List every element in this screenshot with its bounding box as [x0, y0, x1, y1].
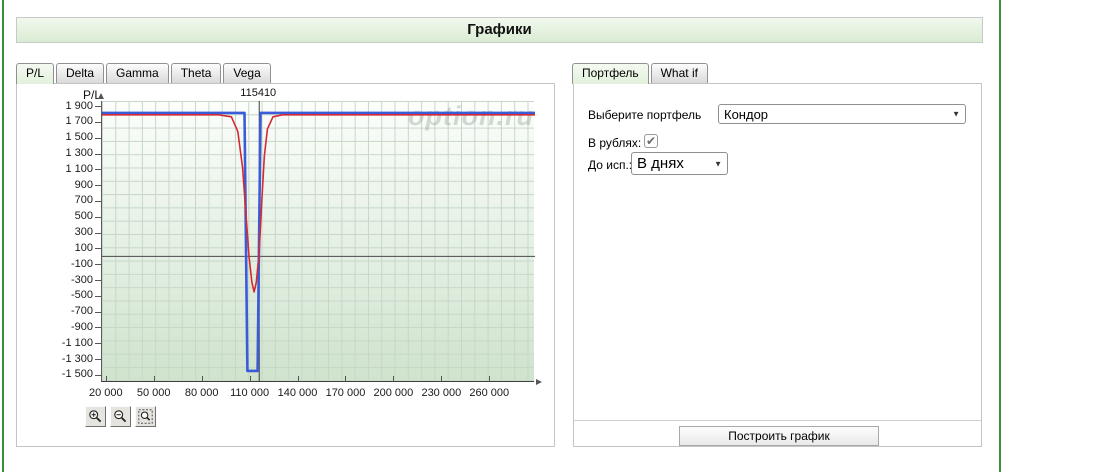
y-tick-label: 900 — [74, 178, 93, 191]
y-tick-label: -1 300 — [61, 352, 93, 365]
days-select-value: В днях — [637, 155, 684, 172]
left-green-border — [2, 0, 4, 472]
pl-chart-series — [102, 101, 535, 382]
y-tick-mark — [95, 295, 101, 297]
portfolio-panel: Выберите портфель Кондор ▼ В рублях: ✔ Д… — [573, 83, 982, 447]
zoom-region-button[interactable] — [135, 406, 156, 427]
y-tick-mark — [95, 374, 101, 376]
y-tick-label: 300 — [74, 226, 93, 239]
zoom-out-button[interactable] — [110, 406, 131, 427]
y-tick-mark — [95, 106, 101, 108]
y-tick-mark — [95, 137, 101, 139]
x-tick-label: 50 000 — [136, 387, 171, 399]
magnifier-plus-icon — [89, 410, 102, 423]
chevron-down-icon: ▼ — [952, 109, 960, 119]
y-tick-label: 100 — [74, 241, 93, 254]
portfolio-select-value: Кондор — [724, 106, 769, 122]
y-tick-mark — [95, 264, 101, 266]
panel-separator — [574, 420, 981, 421]
chevron-down-icon: ▼ — [714, 159, 722, 168]
x-tick-mark — [393, 376, 395, 382]
x-tick-mark — [105, 376, 107, 382]
x-tick-label: 140 000 — [277, 387, 318, 399]
y-tick-mark — [95, 248, 101, 250]
tab-theta[interactable]: Theta — [170, 63, 222, 83]
y-tick-mark — [95, 311, 101, 313]
tab-pl[interactable]: P/L — [16, 63, 55, 84]
y-tick-label: 1 700 — [65, 115, 93, 128]
y-tick-label: -300 — [70, 273, 93, 286]
pl-chart-plot[interactable]: option.ru — [101, 101, 535, 382]
y-tick-label: -700 — [70, 305, 93, 318]
y-tick-label: 1 900 — [65, 99, 93, 112]
magnifier-minus-icon — [114, 410, 127, 423]
rubles-checkbox[interactable]: ✔ — [644, 134, 658, 148]
y-tick-mark — [95, 169, 101, 171]
chart-panel: P/L 115410 option.ru 1 900 1 700 1 500 1 30… — [16, 83, 555, 447]
x-tick-mark — [153, 376, 155, 382]
y-axis-arrow-icon — [98, 93, 104, 99]
y-tick-label: -1 100 — [61, 336, 93, 349]
y-tick-label: 1 500 — [65, 131, 93, 144]
y-tick-mark — [95, 153, 101, 155]
y-tick-mark — [95, 280, 101, 282]
chart-tabs: P/L Delta Gamma Theta Vega — [16, 63, 273, 84]
rubles-label: В рублях: — [588, 136, 642, 150]
y-tick-mark — [95, 359, 101, 361]
y-tick-label: 700 — [74, 194, 93, 207]
y-tick-mark — [95, 121, 101, 123]
y-tick-mark — [95, 232, 101, 234]
days-label: До исп.: — [588, 158, 633, 172]
page-title: Графики — [16, 17, 983, 43]
zoom-in-button[interactable] — [85, 406, 106, 427]
check-icon: ✔ — [645, 134, 657, 148]
y-tick-label: 1 300 — [65, 147, 93, 160]
portfolio-select[interactable]: Кондор ▼ — [718, 104, 966, 124]
marker-price-label: 115410 — [240, 87, 277, 99]
y-tick-label: -900 — [70, 320, 93, 333]
magnifier-region-icon — [138, 409, 153, 424]
y-tick-label: 1 100 — [65, 162, 93, 175]
tab-gamma[interactable]: Gamma — [106, 63, 169, 83]
x-axis-arrow-icon — [536, 379, 542, 385]
y-tick-mark — [95, 216, 101, 218]
x-tick-mark — [489, 376, 491, 382]
page: Графики P/L Delta Gamma Theta Vega P/L 1… — [0, 0, 1093, 472]
x-tick-label: 200 000 — [373, 387, 414, 399]
y-tick-mark — [95, 200, 101, 202]
y-tick-label: -1 500 — [61, 368, 93, 381]
x-tick-mark — [201, 376, 203, 382]
y-tick-mark — [95, 185, 101, 187]
zoom-toolbar — [85, 406, 156, 427]
x-tick-label: 20 000 — [88, 387, 123, 399]
y-tick-mark — [95, 327, 101, 329]
portfolio-tabs: Портфель What if — [572, 63, 710, 84]
portfolio-select-label: Выберите портфель — [588, 108, 702, 122]
y-tick-label: 500 — [74, 210, 93, 223]
x-tick-label: 110 000 — [230, 387, 270, 399]
days-select[interactable]: В днях ▼ — [631, 152, 728, 175]
x-tick-label: 80 000 — [184, 387, 219, 399]
x-tick-mark — [441, 376, 443, 382]
x-tick-mark — [297, 376, 299, 382]
build-chart-button[interactable]: Построить график — [679, 426, 879, 446]
x-tick-mark — [345, 376, 347, 382]
y-tick-label: -500 — [70, 289, 93, 302]
y-tick-label: -100 — [70, 257, 93, 270]
x-tick-label: 260 000 — [469, 387, 510, 399]
tab-what-if[interactable]: What if — [650, 63, 708, 83]
y-tick-mark — [95, 343, 101, 345]
tab-vega[interactable]: Vega — [223, 63, 271, 83]
x-tick-mark — [249, 376, 251, 382]
x-tick-label: 170 000 — [325, 387, 366, 399]
tab-delta[interactable]: Delta — [56, 63, 105, 83]
x-tick-label: 230 000 — [421, 387, 462, 399]
right-green-border — [999, 0, 1001, 472]
tab-portfolio[interactable]: Портфель — [572, 63, 649, 84]
